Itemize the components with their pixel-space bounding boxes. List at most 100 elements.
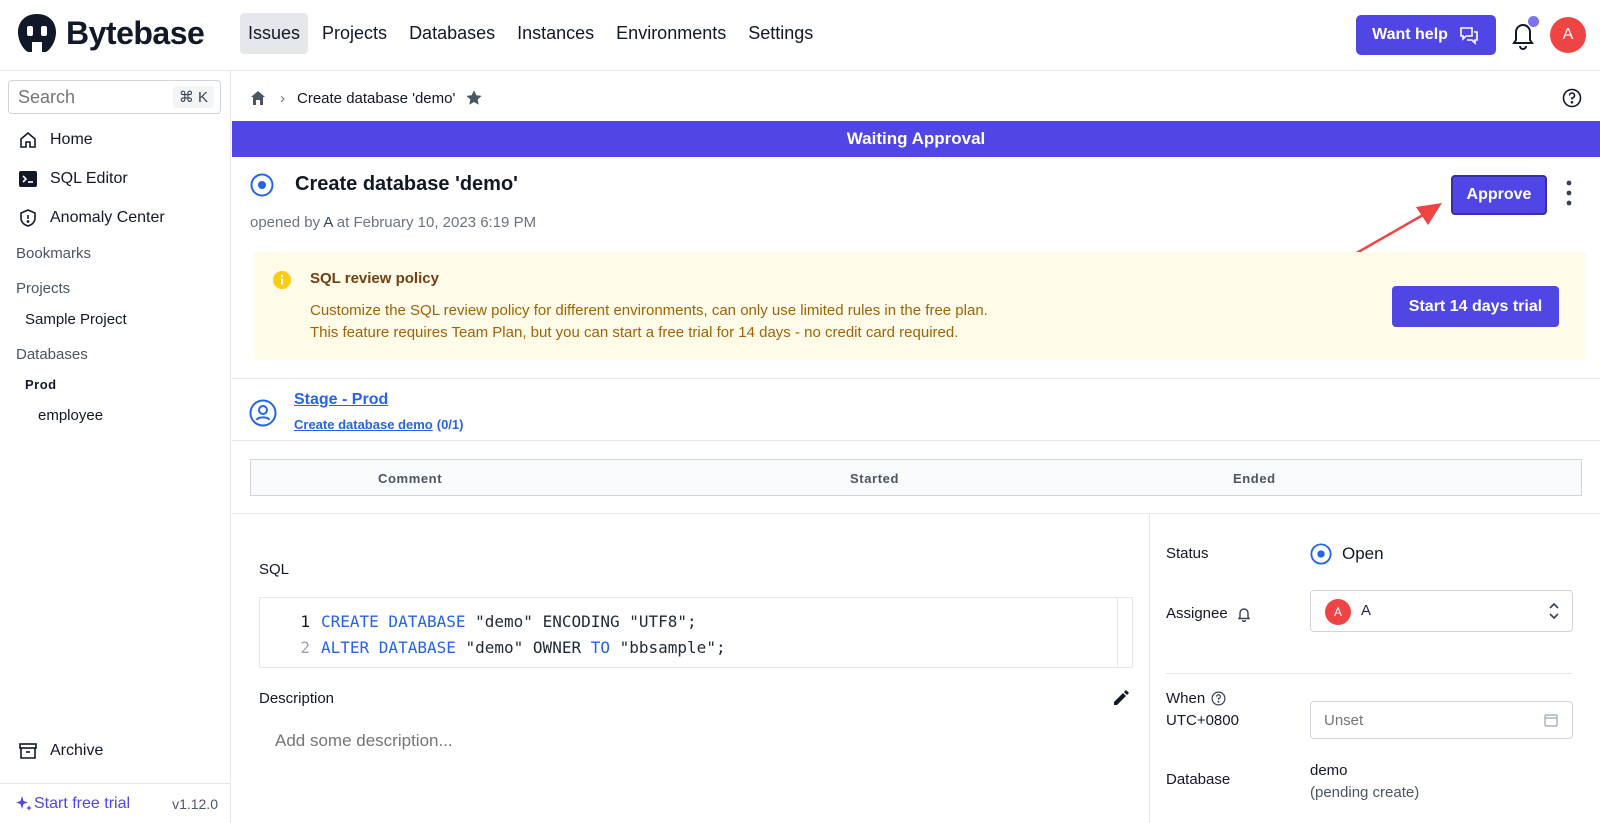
issue-meta: opened by A at February 10, 2023 6:19 PM [250,214,536,231]
open-status-icon [250,173,274,197]
open-status-icon [1310,543,1332,565]
question-circle-icon[interactable] [1211,691,1226,706]
timezone-label: UTC+0800 [1166,712,1239,729]
sidebar-item-employee[interactable]: employee [38,407,103,424]
status-value: Open [1310,543,1384,565]
editor-scrollbar[interactable] [1117,598,1118,667]
bytebase-logo-icon [18,14,56,52]
when-label-row: When [1166,690,1226,707]
issue-title[interactable]: Create database 'demo' [295,173,518,196]
pencil-icon[interactable] [1112,689,1130,707]
description-input[interactable] [259,721,1129,761]
bell-icon[interactable] [1236,606,1252,622]
divider [232,440,1600,441]
stage-link[interactable]: Stage - Prod [294,391,388,409]
nav-instances[interactable]: Instances [509,13,602,54]
databases-heading[interactable]: Databases [16,346,88,363]
when-label: When [1166,690,1206,707]
column-comment: Comment [378,471,443,486]
status-text: Open [1342,544,1384,563]
opened-date: at February 10, 2023 6:19 PM [336,214,537,231]
database-value[interactable]: demo [1310,762,1348,779]
user-avatar[interactable]: A [1550,17,1586,53]
approve-button[interactable]: Approve [1451,175,1547,215]
divider [232,378,1600,379]
feature-notice-line: Customize the SQL review policy for diff… [310,302,988,319]
main-nav: Issues Projects Databases Instances Envi… [240,13,827,54]
search-box[interactable]: ⌘ K [8,80,221,114]
home-icon[interactable] [250,90,266,106]
shield-icon [20,209,36,227]
task-link[interactable]: Create database demo (0/1) [294,417,463,432]
start-free-trial-link[interactable]: Start free trial [14,794,130,814]
task-name[interactable]: Create database demo [294,417,433,432]
sparkles-icon [16,796,32,811]
divider [232,513,1600,514]
column-ended: Ended [1233,471,1276,486]
want-help-label: Want help [1372,26,1448,43]
nav-environments[interactable]: Environments [608,13,734,54]
logo[interactable]: Bytebase [16,12,205,54]
chat-icon [1460,27,1478,45]
bookmarks-heading[interactable]: Bookmarks [16,245,91,262]
sql-keyword: CREATE DATABASE [321,612,466,631]
sql-keyword: TO [590,638,610,657]
main-content: › Create database 'demo' Waiting Approva… [232,71,1600,823]
sidebar-item-anomaly-center[interactable]: Anomaly Center [18,208,165,228]
home-icon [20,131,36,148]
line-number: 1 [300,612,310,631]
column-divider [1149,513,1150,823]
user-circle-icon [249,399,277,427]
code-line: 1 CREATE DATABASE "demo" ENCODING "UTF8"; [260,612,697,631]
assignee-label: Assignee [1166,605,1228,622]
app-name: Bytebase [66,14,205,51]
sql-text: "demo" ENCODING "UTF8"; [465,612,697,631]
description-label: Description [259,690,335,707]
terminal-icon [19,171,37,187]
chevron-up-down-icon [1549,602,1559,620]
nav-databases[interactable]: Databases [401,13,503,54]
sql-keyword: ALTER DATABASE [321,638,456,657]
star-icon[interactable] [465,89,483,107]
database-note: (pending create) [1310,784,1420,801]
sidebar-footer: Start free trial v1.12.0 [0,783,230,823]
search-shortcut: ⌘ K [172,86,214,108]
sidebar-item-sample-project[interactable]: Sample Project [25,311,127,328]
want-help-button[interactable]: Want help [1356,15,1496,55]
assignee-avatar: A [1325,599,1351,625]
assignee-label-row: Assignee [1166,605,1252,622]
breadcrumb-current: Create database 'demo' [297,89,456,107]
sql-label: SQL [259,561,290,578]
info-icon [273,271,291,289]
calendar-icon[interactable] [1544,713,1558,727]
nav-issues[interactable]: Issues [240,13,309,54]
divider [1166,673,1572,674]
breadcrumb: › Create database 'demo' [250,89,483,107]
sql-text: "bbsample"; [609,638,726,657]
line-number: 2 [300,638,310,657]
when-date-input[interactable] [1310,701,1573,739]
sidebar-item-home[interactable]: Home [18,130,93,150]
start-trial-button[interactable]: Start 14 days trial [1392,286,1559,327]
sql-text: "demo" OWNER [455,638,591,657]
sql-editor[interactable]: 1 CREATE DATABASE "demo" ENCODING "UTF8";… [259,597,1133,668]
more-vertical-icon[interactable] [1565,179,1573,207]
notification-badge [1528,16,1539,27]
sidebar-environment-prod[interactable]: Prod [25,377,57,392]
sidebar-item-label: Archive [50,742,104,759]
database-label: Database [1166,771,1231,788]
sidebar-item-sql-editor[interactable]: SQL Editor [18,169,128,189]
projects-heading[interactable]: Projects [16,280,70,297]
sidebar-item-label: Anomaly Center [50,209,165,226]
sidebar-item-label: Home [50,131,93,148]
sidebar: ⌘ K Home SQL Editor Anomaly Center Bookm… [0,71,231,823]
assignee-select[interactable]: A A [1310,590,1573,632]
nav-projects[interactable]: Projects [314,13,395,54]
opened-by-user[interactable]: A [323,214,332,231]
nav-settings[interactable]: Settings [740,13,821,54]
status-label: Status [1166,545,1209,562]
question-circle-icon[interactable] [1562,88,1582,108]
column-started: Started [850,471,899,486]
sidebar-item-archive[interactable]: Archive [18,741,103,761]
search-input[interactable] [9,81,159,114]
